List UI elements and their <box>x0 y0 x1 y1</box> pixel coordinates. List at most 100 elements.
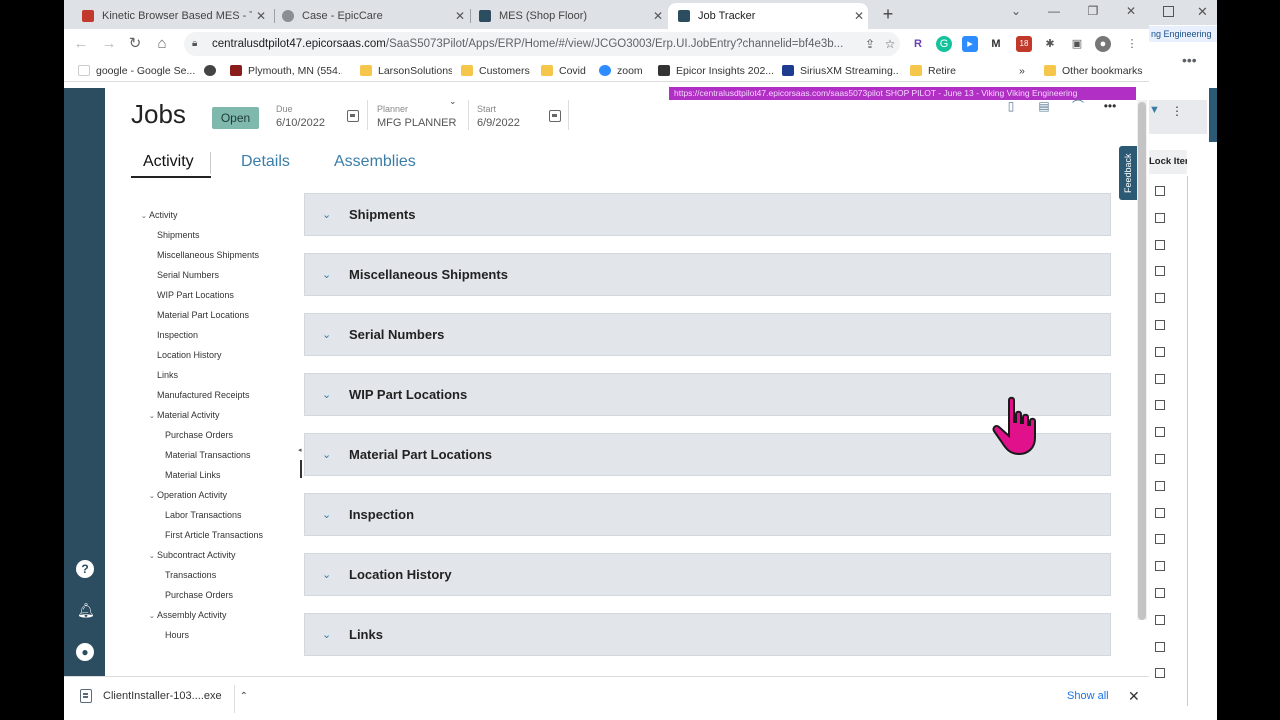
close-icon[interactable]: ✕ <box>252 9 270 23</box>
tree-item[interactable]: WIP Part Locations <box>157 290 234 300</box>
accordion-panel[interactable]: ⌄ Location History <box>304 553 1111 596</box>
tree-item[interactable]: Shipments <box>157 230 200 240</box>
row-checkbox[interactable] <box>1155 588 1165 598</box>
row-checkbox[interactable] <box>1155 346 1165 357</box>
tree-item[interactable]: Inspection <box>157 330 198 340</box>
home-icon[interactable]: ⌂ <box>153 35 171 53</box>
planner-field[interactable]: Planner MFG PLANNER <box>377 104 456 129</box>
tree-item[interactable]: Purchase Orders <box>165 430 233 440</box>
minimize-icon[interactable]: — <box>1039 4 1069 18</box>
reload-icon[interactable]: ↻ <box>126 35 144 53</box>
tree-item[interactable]: First Article Transactions <box>165 530 263 540</box>
tree-item[interactable]: Purchase Orders <box>165 590 233 600</box>
extension-r-icon[interactable]: R <box>910 36 926 52</box>
more-vertical-icon[interactable]: ⋮ <box>1171 104 1183 118</box>
window-close-icon[interactable]: ✕ <box>1116 4 1146 18</box>
zoom-extension-icon[interactable]: ▸ <box>962 36 978 52</box>
close-icon[interactable]: ✕ <box>850 9 868 23</box>
chevron-down-icon[interactable]: ⌄ <box>322 388 336 401</box>
restore-icon[interactable] <box>1163 6 1174 17</box>
row-checkbox[interactable] <box>1155 239 1165 250</box>
chevron-down-icon[interactable]: ⌄ <box>449 96 457 107</box>
star-icon[interactable]: ☆ <box>880 37 900 51</box>
other-bookmarks[interactable]: Other bookmarks <box>1044 63 1144 78</box>
extension-m-icon[interactable]: M <box>988 36 1004 52</box>
row-checkbox[interactable] <box>1155 561 1165 572</box>
url-text[interactable]: centralusdtpilot47.epicorsaas.com/SaaS50… <box>212 38 860 50</box>
browser-tab-job-tracker[interactable]: Job Tracker ✕ <box>668 3 868 29</box>
tree-item[interactable]: Material Links <box>165 470 221 480</box>
bookmark-item[interactable]: google - Google Se... <box>78 63 196 78</box>
feedback-button[interactable]: Feedback <box>1119 146 1137 200</box>
chevron-down-icon[interactable]: ⌄ <box>322 268 336 281</box>
tree-item[interactable]: Manufactured Receipts <box>157 390 250 400</box>
tab-search-chevron-icon[interactable]: ⌄ <box>1001 4 1031 18</box>
tree-item[interactable]: Serial Numbers <box>157 270 219 280</box>
browser-menu-icon[interactable]: ⋮ <box>1124 36 1140 52</box>
row-checkbox[interactable] <box>1155 320 1165 330</box>
calendar-icon[interactable] <box>347 110 359 122</box>
close-icon[interactable]: ✕ <box>451 9 469 23</box>
browser-tab-kinetic[interactable]: Kinetic Browser Based MES - Test ✕ <box>72 3 270 29</box>
attachment-icon[interactable]: ⌒ <box>1071 99 1085 113</box>
tree-item[interactable]: Labor Transactions <box>165 510 242 520</box>
window-close-icon[interactable]: ✕ <box>1197 4 1208 20</box>
restore-icon[interactable]: ❐ <box>1078 4 1108 18</box>
bookmark-item[interactable]: Plymouth, MN (554... <box>230 63 342 78</box>
calendar-icon[interactable] <box>549 110 561 122</box>
row-checkbox[interactable] <box>1155 400 1165 411</box>
bookmark-item[interactable]: Epicor Insights 202... <box>658 63 774 78</box>
chevron-down-icon[interactable]: ⌄ <box>322 508 336 521</box>
pane-splitter[interactable] <box>300 460 302 478</box>
tree-item[interactable]: ⌄ Subcontract Activity <box>149 550 236 560</box>
tree-item[interactable]: ⌄ Activity <box>141 210 178 220</box>
new-tab-button[interactable]: + <box>876 3 900 27</box>
tab-assemblies[interactable]: Assemblies <box>334 153 416 171</box>
start-date-field[interactable]: Start 6/9/2022 <box>477 104 520 129</box>
chevron-down-icon[interactable]: ⌄ <box>149 552 157 560</box>
chevron-down-icon[interactable]: ⌄ <box>149 412 157 420</box>
user-icon[interactable]: ● <box>76 643 94 661</box>
extensions-puzzle-icon[interactable]: ✱ <box>1042 36 1058 52</box>
download-item[interactable]: ClientInstaller-103....exe ⌃ <box>80 689 248 703</box>
bookmarks-overflow-button[interactable]: » <box>1019 63 1031 78</box>
tree-item[interactable]: Material Part Locations <box>157 310 249 320</box>
tree-item[interactable]: Miscellaneous Shipments <box>157 250 259 260</box>
row-checkbox[interactable] <box>1155 614 1165 625</box>
chevron-down-icon[interactable]: ⌄ <box>322 208 336 221</box>
row-checkbox[interactable] <box>1155 427 1165 438</box>
row-checkbox[interactable] <box>1155 293 1165 304</box>
row-checkbox[interactable] <box>1155 266 1165 277</box>
tree-item[interactable]: Links <box>157 370 178 380</box>
new-document-icon[interactable]: ▯ <box>1004 99 1018 113</box>
chevron-down-icon[interactable]: ⌄ <box>322 448 336 461</box>
row-checkbox[interactable] <box>1155 534 1165 545</box>
forward-arrow-icon[interactable]: → <box>100 35 118 53</box>
row-checkbox[interactable] <box>1155 480 1165 491</box>
side-panel-icon[interactable]: ▣ <box>1069 36 1085 52</box>
browser-tab-mes[interactable]: MES (Shop Floor) ✕ <box>469 3 667 29</box>
more-options-icon[interactable]: ••• <box>1103 99 1117 113</box>
accordion-panel[interactable]: ⌄ Inspection <box>304 493 1111 536</box>
chevron-down-icon[interactable]: ⌄ <box>149 612 157 620</box>
accordion-panel[interactable]: ⌄ Links <box>304 613 1111 656</box>
profile-avatar[interactable]: ● <box>1095 36 1111 52</box>
row-checkbox[interactable] <box>1155 186 1165 196</box>
more-options-icon[interactable]: ••• <box>1182 52 1197 68</box>
row-checkbox[interactable] <box>1155 641 1165 652</box>
chevron-down-icon[interactable]: ⌄ <box>141 212 149 220</box>
accordion-panel[interactable]: ⌄ Shipments <box>304 193 1111 236</box>
bell-icon[interactable]: 🔔︎ <box>77 602 95 618</box>
tab-activity[interactable]: Activity <box>143 153 194 171</box>
row-checkbox[interactable] <box>1155 668 1165 679</box>
row-checkbox[interactable] <box>1155 373 1165 384</box>
tree-item[interactable]: ⌄ Assembly Activity <box>149 610 227 620</box>
collapse-arrow-icon[interactable]: ◂ <box>298 446 302 454</box>
chevron-up-icon[interactable]: ⌃ <box>240 691 248 702</box>
tree-item[interactable]: ⌄ Operation Activity <box>149 490 227 500</box>
list-icon[interactable]: ▤ <box>1037 99 1051 113</box>
tree-item[interactable]: Location History <box>157 350 222 360</box>
chevron-down-icon[interactable]: ⌄ <box>322 628 336 641</box>
accordion-panel[interactable]: ⌄ WIP Part Locations <box>304 373 1111 416</box>
browser-tab-epiccare[interactable]: Case - EpicCare ✕ <box>272 3 469 29</box>
